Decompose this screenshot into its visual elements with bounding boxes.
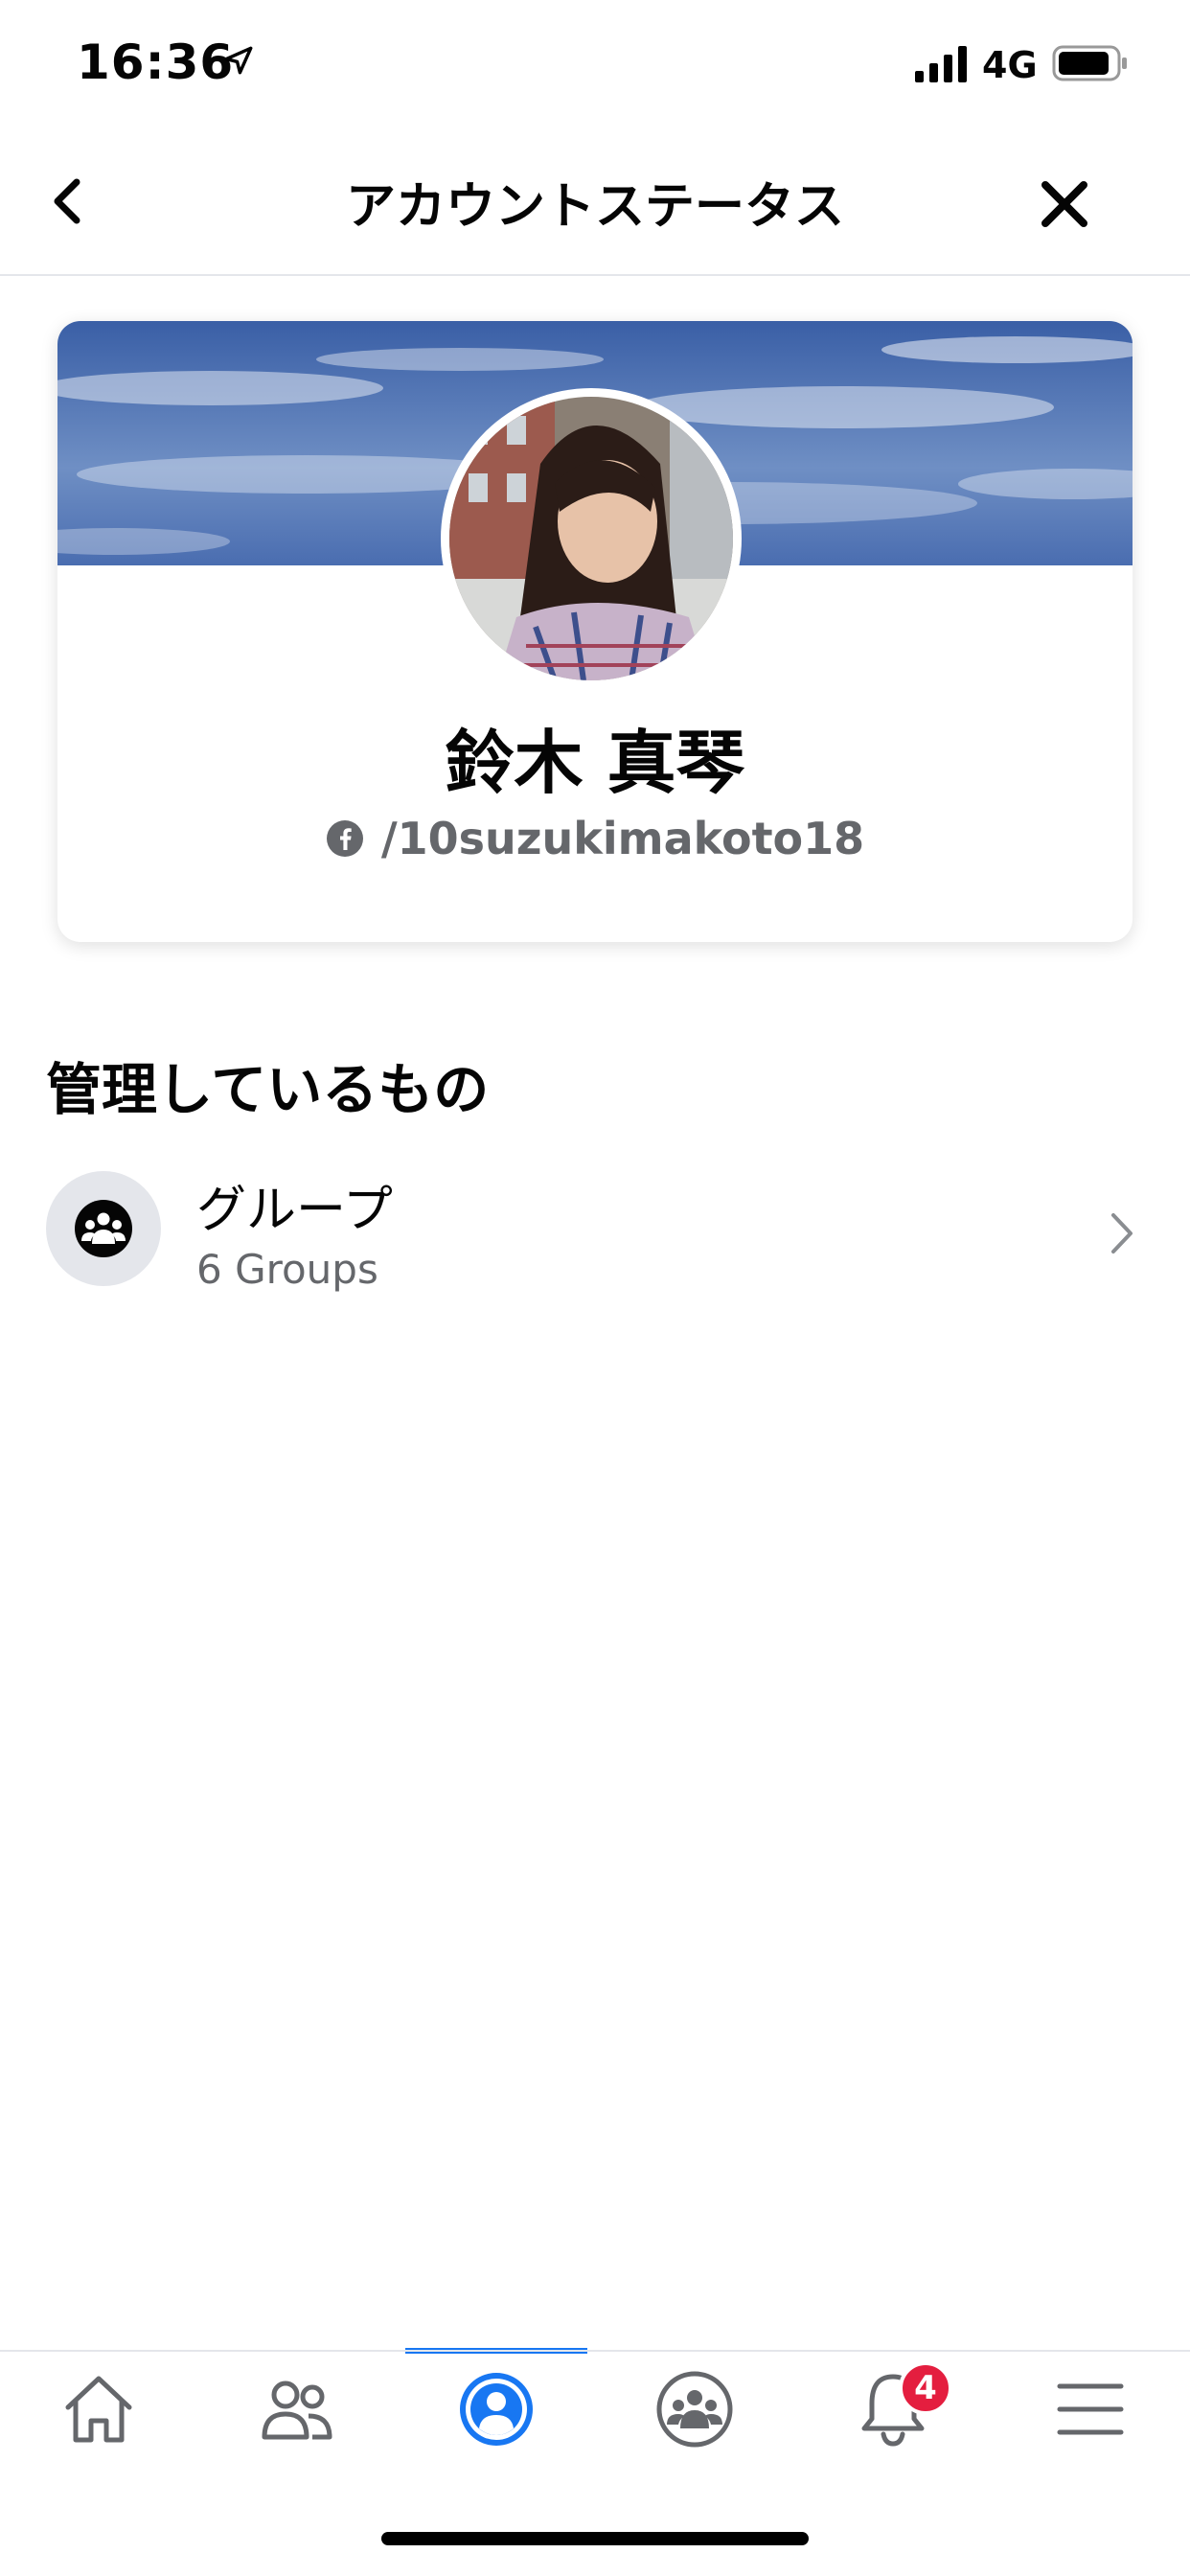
section-title: 管理しているもの [46,1057,490,1122]
notification-badge: 4 [899,2361,952,2415]
profile-handle-row: /10suzukimakoto18 [57,813,1133,864]
avatar-ring [441,388,742,689]
battery-icon [1052,45,1127,81]
location-arrow-icon [224,46,253,75]
close-button[interactable] [1033,172,1096,236]
group-icon-container [46,1171,161,1286]
home-icon [65,2376,132,2443]
page-title: アカウントステータス [345,178,844,236]
network-label: 4G [982,44,1038,86]
home-indicator[interactable] [381,2532,809,2545]
avatar-photo [449,397,733,680]
menu-icon [1057,2383,1124,2435]
facebook-icon [326,820,363,857]
signal-icon [915,46,967,82]
avatar[interactable] [449,397,733,680]
back-button[interactable] [38,168,96,235]
list-item-groups[interactable]: グループ 6 Groups [0,1150,1190,1313]
profile-handle: /10suzukimakoto18 [380,813,865,864]
header: アカウントステータス [0,129,1190,276]
chevron-left-icon [54,178,80,224]
list-item-label: グループ [196,1182,393,1239]
profile-name: 鈴木 真琴 [445,723,745,803]
status-bar: 16:36 4G [0,0,1190,129]
close-icon [1041,181,1087,227]
profile-icon [460,2373,533,2446]
tab-notifications[interactable] [802,2352,984,2467]
bottom-tab-bar [0,2350,1190,2465]
tab-home[interactable] [8,2352,190,2467]
tab-friends[interactable] [206,2352,388,2467]
friends-icon [262,2380,332,2440]
group-icon [75,1200,132,1257]
list-item-sublabel: 6 Groups [196,1246,378,1293]
tab-menu[interactable] [999,2352,1181,2467]
groups-icon [656,2371,733,2448]
profile-card[interactable]: 鈴木 真琴 /10suzukimakoto18 [57,321,1133,942]
status-time: 16:36 [77,34,235,90]
tab-profile[interactable] [405,2352,587,2467]
tab-groups[interactable] [604,2352,786,2467]
chevron-right-icon [1111,1213,1133,1254]
